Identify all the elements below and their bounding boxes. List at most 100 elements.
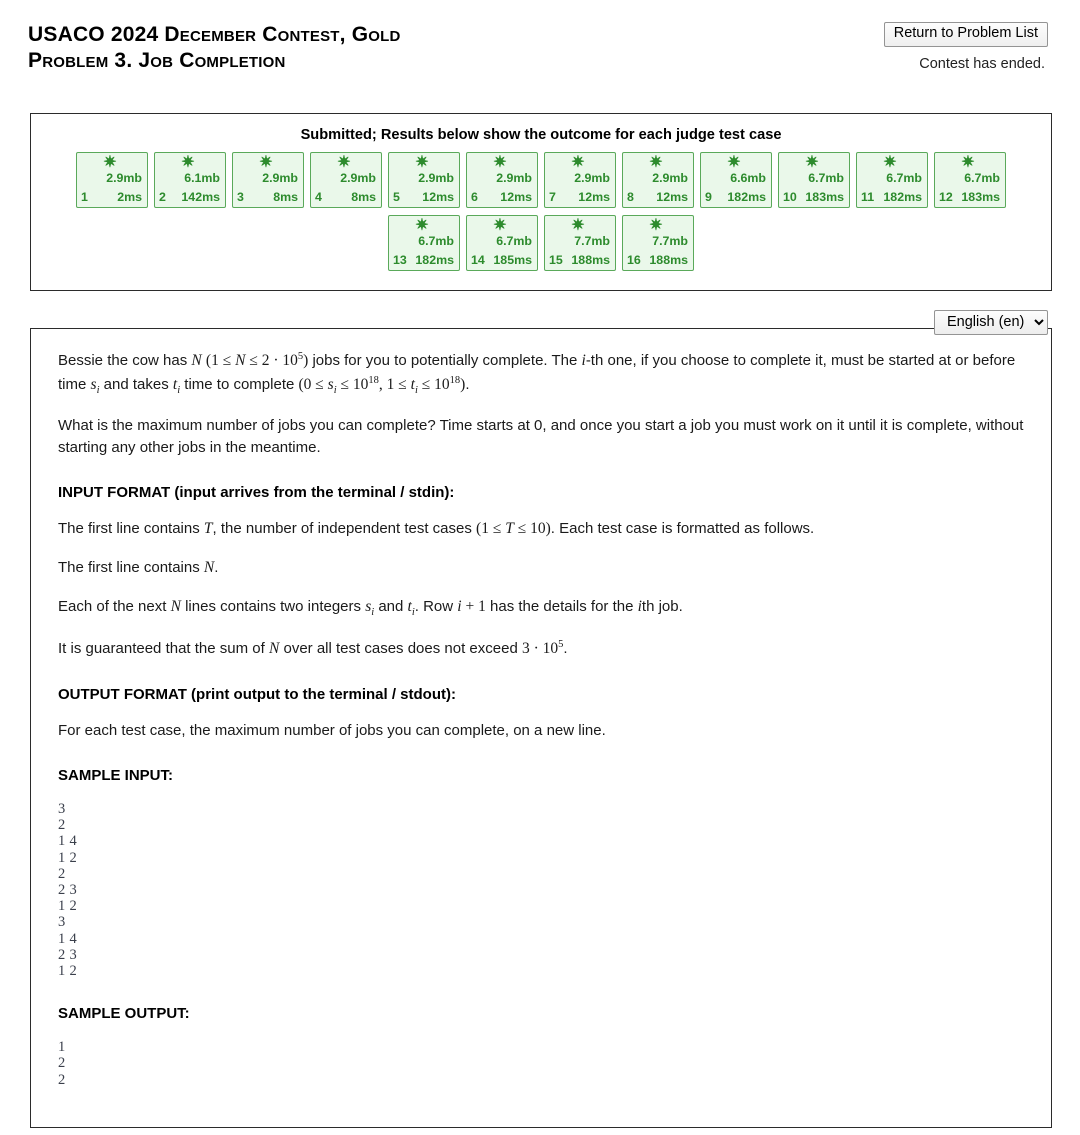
input-line-4-b: over all test cases does not exceed	[279, 639, 522, 657]
test-case-index: 11	[861, 190, 875, 204]
test-case-memory: 2.9mb	[418, 171, 454, 185]
test-case-memory: 6.1mb	[184, 171, 220, 185]
input-line-2: The first line contains N.	[58, 557, 1025, 580]
test-case-result[interactable]: ✷ 2.9mb 6 12ms	[466, 152, 538, 208]
input-line-3: Each of the next N lines contains two in…	[58, 596, 1025, 621]
problem-statement-panel: Bessie the cow has N (1 ≤ N ≤ 2 · 105) j…	[30, 328, 1052, 1128]
test-case-result[interactable]: ✷ 6.7mb 10 183ms	[778, 152, 850, 208]
input-line-3-b: lines contains two integers	[180, 598, 366, 616]
pass-star-icon: ✷	[415, 217, 429, 234]
test-case-time: 8ms	[273, 190, 298, 204]
math-n-2: N	[203, 559, 215, 577]
test-case-index: 5	[393, 190, 400, 204]
page-title-problem: Problem 3. Job Completion	[28, 49, 286, 73]
math-t-constraint: (1 ≤ T ≤ 10)	[476, 520, 551, 538]
test-case-result[interactable]: ✷ 2.9mb 1 2ms	[76, 152, 148, 208]
test-case-memory: 7.7mb	[652, 234, 688, 248]
pass-star-icon: ✷	[883, 154, 897, 171]
language-select[interactable]: English (en)	[934, 310, 1048, 335]
test-case-memory: 6.7mb	[496, 234, 532, 248]
test-case-time: 182ms	[883, 190, 922, 204]
test-case-result[interactable]: ✷ 6.1mb 2 142ms	[154, 152, 226, 208]
test-case-row-2: ✷ 6.7mb 13 182ms ✷ 6.7mb 14 185ms ✷ 7.7mb 15 188ms ✷…	[39, 215, 1043, 271]
input-line-3-a: Each of the next	[58, 598, 171, 616]
pass-star-icon: ✷	[571, 217, 585, 234]
test-case-result[interactable]: ✷ 2.9mb 5 12ms	[388, 152, 460, 208]
input-line-3-f: th job.	[641, 598, 683, 616]
sample-input-block: 3 2 1 4 1 2 2 2 3 1 2 3 1 4 2 3 1 2	[58, 801, 78, 980]
return-to-problem-list-button[interactable]: Return to Problem List	[883, 22, 1048, 47]
pass-star-icon: ✷	[493, 154, 507, 171]
math-st-constraints: (0 ≤ si ≤ 1018, 1 ≤ ti ≤ 1018)	[298, 375, 466, 397]
pass-star-icon: ✷	[259, 154, 273, 171]
input-line-2-a: The first line contains	[58, 559, 204, 577]
test-case-time: 182ms	[727, 190, 766, 204]
test-case-time: 12ms	[578, 190, 610, 204]
input-line-4: It is guaranteed that the sum of N over …	[58, 637, 1025, 661]
input-line-1: The first line contains T, the number of…	[58, 518, 1025, 541]
test-case-result[interactable]: ✷ 2.9mb 4 8ms	[310, 152, 382, 208]
test-case-result[interactable]: ✷ 6.6mb 9 182ms	[700, 152, 772, 208]
test-case-result[interactable]: ✷ 6.7mb 11 182ms	[856, 152, 928, 208]
test-case-result[interactable]: ✷ 2.9mb 7 12ms	[544, 152, 616, 208]
test-case-memory: 6.6mb	[730, 171, 766, 185]
input-line-3-d: . Row	[414, 598, 458, 616]
test-case-time: 8ms	[351, 190, 376, 204]
page-title-contest: USACO 2024 December Contest, Gold	[28, 23, 401, 46]
test-case-time: 12ms	[422, 190, 454, 204]
test-case-result[interactable]: ✷ 6.7mb 14 185ms	[466, 215, 538, 271]
test-case-index: 10	[783, 190, 797, 204]
test-case-result[interactable]: ✷ 2.9mb 3 8ms	[232, 152, 304, 208]
test-case-memory: 2.9mb	[340, 171, 376, 185]
sample-output-heading: SAMPLE OUTPUT:	[58, 1005, 190, 1023]
test-case-index: 8	[627, 190, 634, 204]
test-case-result[interactable]: ✷ 7.7mb 15 188ms	[544, 215, 616, 271]
test-case-time: 185ms	[493, 253, 532, 267]
page-title: USACO 2024 December Contest, Gold Proble…	[28, 22, 401, 74]
math-n: N	[191, 352, 202, 370]
test-case-memory: 6.7mb	[808, 171, 844, 185]
test-case-index: 9	[705, 190, 712, 204]
test-case-index: 14	[471, 253, 485, 267]
test-case-memory: 2.9mb	[652, 171, 688, 185]
test-case-time: 183ms	[961, 190, 1000, 204]
math-i-plus-1: i + 1	[457, 598, 486, 616]
math-t-i-2: ti	[407, 598, 415, 619]
math-s-i-2: si	[365, 598, 375, 619]
pass-star-icon: ✷	[649, 217, 663, 234]
page-header: USACO 2024 December Contest, Gold Proble…	[0, 0, 1080, 72]
test-case-memory: 6.7mb	[964, 171, 1000, 185]
intro-text-d: and takes	[99, 376, 173, 394]
test-case-result[interactable]: ✷ 7.7mb 16 188ms	[622, 215, 694, 271]
pass-star-icon: ✷	[493, 217, 507, 234]
test-case-result[interactable]: ✷ 6.7mb 13 182ms	[388, 215, 460, 271]
output-format-text: For each test case, the maximum number o…	[58, 721, 606, 739]
pass-star-icon: ✷	[571, 154, 585, 171]
math-n-4: N	[268, 639, 280, 657]
test-case-result[interactable]: ✷ 2.9mb 8 12ms	[622, 152, 694, 208]
intro-text-e: time to complete	[180, 376, 299, 394]
test-case-index: 3	[237, 190, 244, 204]
intro-text-b: jobs for you to potentially complete. Th…	[308, 352, 582, 370]
pass-star-icon: ✷	[805, 154, 819, 171]
sample-output-block: 1 2 2	[58, 1039, 66, 1088]
pass-star-icon: ✷	[337, 154, 351, 171]
test-case-time: 182ms	[415, 253, 454, 267]
test-case-time: 2ms	[117, 190, 142, 204]
problem-intro-paragraph: Bessie the cow has N (1 ≤ N ≤ 2 · 105) j…	[58, 349, 1025, 399]
pass-star-icon: ✷	[103, 154, 117, 171]
test-case-index: 13	[393, 253, 407, 267]
test-case-time: 12ms	[656, 190, 688, 204]
input-line-1-a: The first line contains	[58, 520, 204, 538]
input-line-1-b: , the number of independent test cases	[212, 520, 477, 538]
math-t: T	[203, 520, 213, 538]
input-line-3-e: has the details for the	[485, 598, 638, 616]
sample-input-heading: SAMPLE INPUT:	[58, 767, 174, 785]
test-case-memory: 2.9mb	[496, 171, 532, 185]
pass-star-icon: ✷	[961, 154, 975, 171]
test-case-index: 12	[939, 190, 953, 204]
language-selector-wrap: English (en)	[934, 310, 1048, 335]
intro-text-a: Bessie the cow has	[58, 352, 192, 370]
test-case-result[interactable]: ✷ 6.7mb 12 183ms	[934, 152, 1006, 208]
input-line-1-c: . Each test case is formatted as follows…	[550, 520, 815, 538]
